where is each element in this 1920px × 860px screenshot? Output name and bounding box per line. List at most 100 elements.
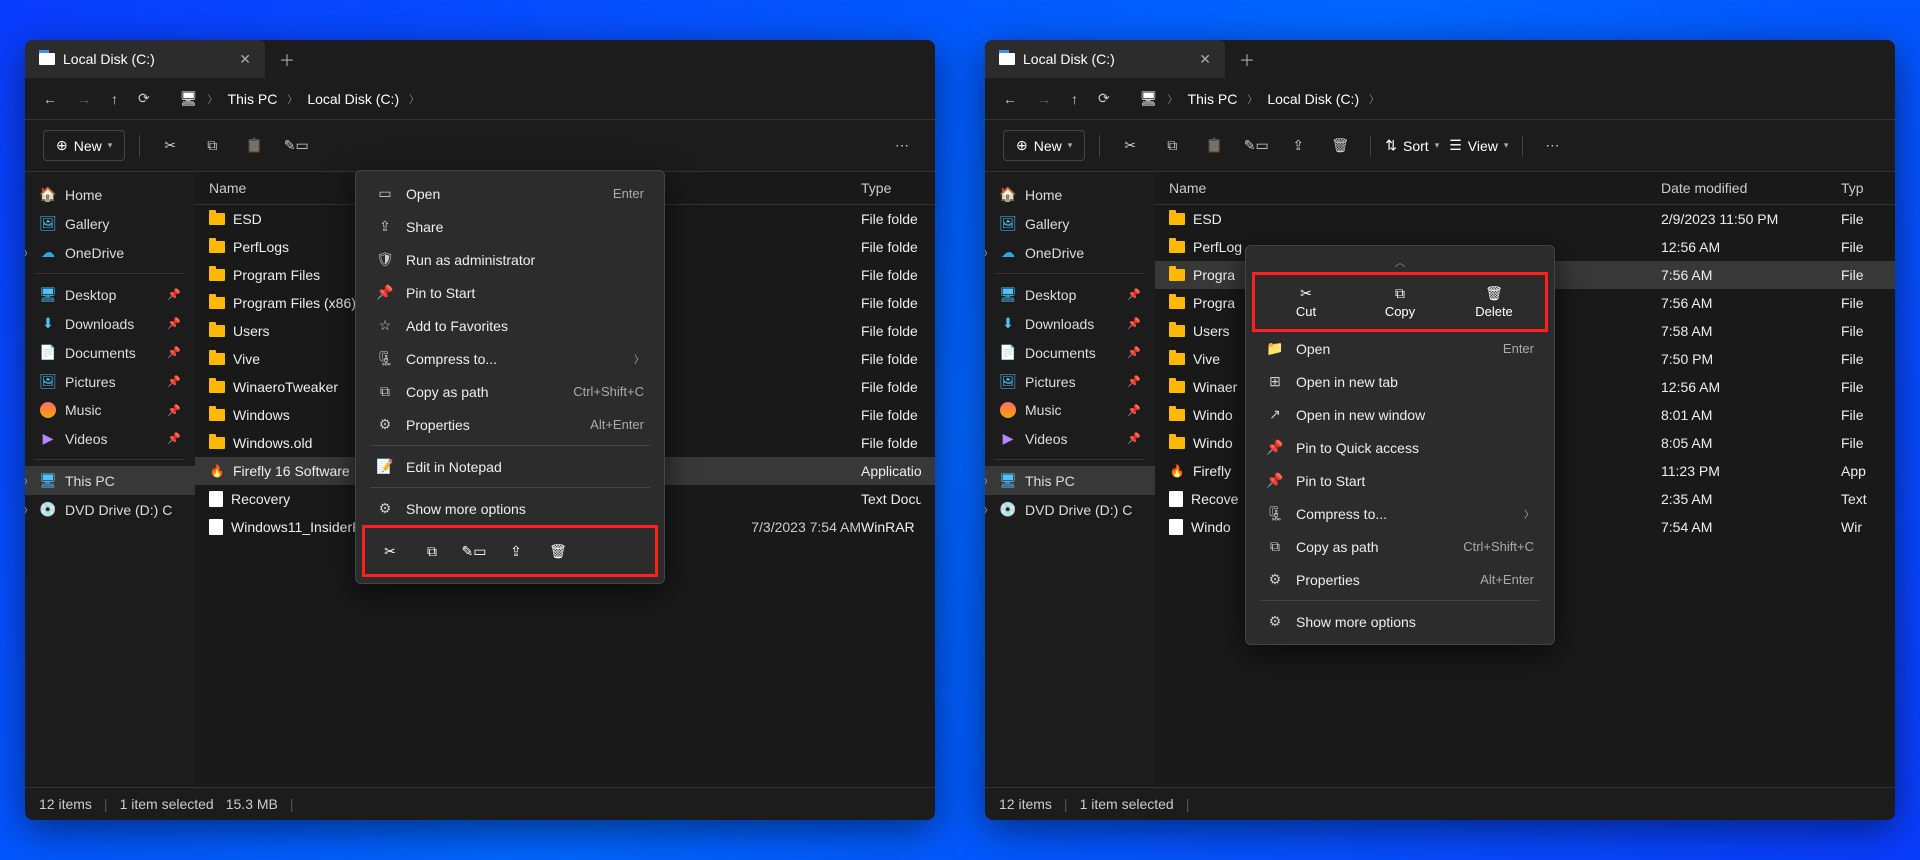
up-button[interactable]: ↑ <box>1071 91 1078 107</box>
delete-icon: 🗑 <box>1485 285 1503 302</box>
column-headers[interactable]: Name Date modified Typ <box>1155 172 1895 205</box>
ctx-pinstart[interactable]: 📌Pin to Start <box>1252 464 1548 497</box>
sidebar-thispc[interactable]: 〉🖥This PC <box>985 466 1155 495</box>
sidebar-desktop[interactable]: 🖥Desktop📌 <box>985 280 1155 309</box>
rename-icon[interactable]: ✎▭ <box>1240 137 1272 154</box>
ctx-delete-icon[interactable]: 🗑 <box>539 534 577 568</box>
status-bar: 12 items | 1 item selected 15.3 MB | <box>25 787 935 820</box>
sidebar-home[interactable]: 🏠Home <box>25 180 195 209</box>
close-icon[interactable]: ✕ <box>239 51 251 68</box>
refresh-button[interactable]: ⟳ <box>138 90 150 107</box>
ctx-copy-icon[interactable]: ⧉ <box>413 534 451 568</box>
copy-icon[interactable]: ⧉ <box>196 137 228 154</box>
tab[interactable]: Local Disk (C:) ✕ <box>25 40 265 78</box>
ctx-copypath[interactable]: ⧉Copy as pathCtrl+Shift+C <box>1252 530 1548 563</box>
col-name[interactable]: Name <box>1169 180 1661 196</box>
ctx-runas[interactable]: 🛡Run as administrator <box>362 243 658 276</box>
sort-button[interactable]: ⇅Sort▾ <box>1385 137 1439 154</box>
more-icon[interactable]: ⋯ <box>1537 137 1567 154</box>
sidebar-desktop[interactable]: 🖥Desktop📌 <box>25 280 195 309</box>
bc-thispc[interactable]: This PC <box>228 91 278 107</box>
ctx-compress[interactable]: 🗜Compress to...〉 <box>362 342 658 375</box>
sidebar-pictures[interactable]: 🖼Pictures📌 <box>25 367 195 396</box>
copy-icon[interactable]: ⧉ <box>1156 137 1188 154</box>
paste-icon[interactable]: 📋 <box>1198 137 1230 154</box>
sidebar-documents[interactable]: 📄Documents📌 <box>985 338 1155 367</box>
sidebar-pictures[interactable]: 🖼Pictures📌 <box>985 367 1155 396</box>
col-type[interactable]: Typ <box>1841 180 1881 196</box>
sidebar-videos[interactable]: ▶Videos📌 <box>985 424 1155 453</box>
ctx-compress[interactable]: 🗜Compress to...〉 <box>1252 497 1548 530</box>
refresh-button[interactable]: ⟳ <box>1098 90 1110 107</box>
new-tab-button[interactable]: ＋ <box>265 47 309 71</box>
tab[interactable]: Local Disk (C:) ✕ <box>985 40 1225 78</box>
ctx-copypath[interactable]: ⧉Copy as pathCtrl+Shift+C <box>362 375 658 408</box>
ctx-newtab[interactable]: ⊞Open in new tab <box>1252 365 1548 398</box>
col-type[interactable]: Type <box>861 180 921 196</box>
rename-icon[interactable]: ✎▭ <box>280 137 312 154</box>
forward-button[interactable]: → <box>1037 91 1051 107</box>
delete-icon[interactable]: 🗑 <box>1324 137 1356 154</box>
new-button[interactable]: ⊕ New ▾ <box>43 130 125 161</box>
explorer-window-right: Local Disk (C:) ✕ ＋ ← → ↑ ⟳ 🖥〉 This PC〉 … <box>985 40 1895 820</box>
ctx-newwin[interactable]: ↗Open in new window <box>1252 398 1548 431</box>
paste-icon[interactable]: 📋 <box>238 137 270 154</box>
ctx-copy[interactable]: ⧉Copy <box>1353 279 1447 325</box>
tab-title: Local Disk (C:) <box>63 51 155 67</box>
sidebar-documents[interactable]: 📄Documents📌 <box>25 338 195 367</box>
status-selected: 1 item selected <box>120 796 214 812</box>
ctx-more[interactable]: ⚙Show more options <box>362 492 658 525</box>
sidebar-gallery[interactable]: 🖼Gallery <box>25 209 195 238</box>
sidebar-music[interactable]: Music📌 <box>985 396 1155 424</box>
sidebar-thispc[interactable]: 〉🖥This PC <box>25 466 195 495</box>
ctx-cut-icon[interactable]: ✂ <box>371 534 409 568</box>
ctx-share[interactable]: ⇪Share <box>362 210 658 243</box>
bc-drive[interactable]: Local Disk (C:) <box>307 91 399 107</box>
toolbar: ⊕ New ▾ ✂ ⧉ 📋 ✎▭ ⋯ <box>25 120 935 172</box>
sidebar-onedrive[interactable]: 〉☁OneDrive <box>985 238 1155 267</box>
ctx-open[interactable]: ▭OpenEnter <box>362 177 658 210</box>
chevron-up-icon[interactable]: ︿ <box>1252 252 1548 272</box>
ctx-delete[interactable]: 🗑Delete <box>1447 279 1541 325</box>
view-button[interactable]: ☰View▾ <box>1449 137 1508 154</box>
back-button[interactable]: ← <box>1003 91 1017 107</box>
sidebar-downloads[interactable]: ⬇Downloads📌 <box>25 309 195 338</box>
sidebar-downloads[interactable]: ⬇Downloads📌 <box>985 309 1155 338</box>
ctx-more[interactable]: ⚙Show more options <box>1252 605 1548 638</box>
bc-thispc[interactable]: This PC <box>1188 91 1238 107</box>
new-tab-button[interactable]: ＋ <box>1225 47 1269 71</box>
breadcrumb[interactable]: 🖥〉 This PC〉 Local Disk (C:)〉 <box>180 90 419 107</box>
ctx-addfav[interactable]: ☆Add to Favorites <box>362 309 658 342</box>
pc-icon: 🖥 <box>180 90 198 107</box>
sidebar-dvd[interactable]: 〉💿DVD Drive (D:) C <box>25 495 195 524</box>
sidebar-home[interactable]: 🏠Home <box>985 180 1155 209</box>
ctx-pinstart[interactable]: 📌Pin to Start <box>362 276 658 309</box>
sidebar-music[interactable]: Music📌 <box>25 396 195 424</box>
sidebar-gallery[interactable]: 🖼Gallery <box>985 209 1155 238</box>
forward-button[interactable]: → <box>77 91 91 107</box>
new-button[interactable]: ⊕ New ▾ <box>1003 130 1085 161</box>
ctx-open[interactable]: 📁OpenEnter <box>1252 332 1548 365</box>
ctx-properties[interactable]: ⚙PropertiesAlt+Enter <box>362 408 658 441</box>
sidebar-dvd[interactable]: 〉💿DVD Drive (D:) C <box>985 495 1155 524</box>
back-button[interactable]: ← <box>43 91 57 107</box>
breadcrumb[interactable]: 🖥〉 This PC〉 Local Disk (C:)〉 <box>1140 90 1379 107</box>
ctx-rename-icon[interactable]: ✎▭ <box>455 534 493 568</box>
cut-icon[interactable]: ✂ <box>154 137 186 154</box>
ctx-properties[interactable]: ⚙PropertiesAlt+Enter <box>1252 563 1548 596</box>
bc-drive[interactable]: Local Disk (C:) <box>1267 91 1359 107</box>
cut-icon[interactable]: ✂ <box>1114 137 1146 154</box>
ctx-share-icon[interactable]: ⇪ <box>497 534 535 568</box>
ctx-pinquick[interactable]: 📌Pin to Quick access <box>1252 431 1548 464</box>
col-date[interactable]: Date modified <box>1661 180 1841 196</box>
sidebar-videos[interactable]: ▶Videos📌 <box>25 424 195 453</box>
ctx-cut[interactable]: ✂Cut <box>1259 279 1353 325</box>
sidebar-onedrive[interactable]: 〉☁OneDrive <box>25 238 195 267</box>
table-row[interactable]: ESD 2/9/2023 11:50 PM File <box>1155 205 1895 233</box>
share-icon[interactable]: ⇪ <box>1282 137 1314 154</box>
up-button[interactable]: ↑ <box>111 91 118 107</box>
drive-icon <box>999 53 1015 65</box>
more-icon[interactable]: ⋯ <box>887 137 917 154</box>
ctx-notepad[interactable]: 📝Edit in Notepad <box>362 450 658 483</box>
close-icon[interactable]: ✕ <box>1199 51 1211 68</box>
